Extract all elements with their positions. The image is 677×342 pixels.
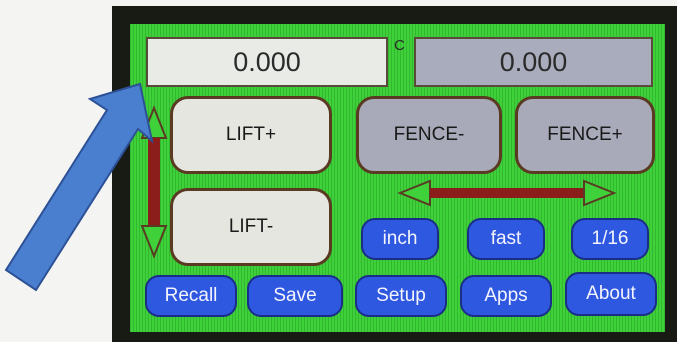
lift-up-button[interactable]: LIFT+ xyxy=(170,96,332,174)
horizontal-arrow-icon xyxy=(397,179,617,207)
speed-toggle-button[interactable]: fast xyxy=(467,218,545,260)
fence-minus-button[interactable]: FENCE- xyxy=(356,96,502,174)
fence-plus-button[interactable]: FENCE+ xyxy=(515,96,655,174)
units-toggle-label: inch xyxy=(382,228,418,249)
fence-plus-label: FENCE+ xyxy=(547,124,623,145)
setup-label: Setup xyxy=(376,285,426,306)
lift-position-value: 0.000 xyxy=(233,46,301,77)
fence-position-value: 0.000 xyxy=(499,46,568,77)
about-label: About xyxy=(586,283,636,304)
fence-minus-label: FENCE- xyxy=(393,124,465,145)
apps-button[interactable]: Apps xyxy=(460,275,552,317)
pointer-arrow-icon xyxy=(4,82,154,292)
units-toggle-button[interactable]: inch xyxy=(361,218,439,260)
apps-label: Apps xyxy=(484,285,528,306)
lift-down-button[interactable]: LIFT- xyxy=(170,188,332,266)
speed-toggle-label: fast xyxy=(490,228,522,249)
lift-down-label: LIFT- xyxy=(228,216,274,237)
about-button[interactable]: About xyxy=(565,272,657,316)
setup-button[interactable]: Setup xyxy=(355,275,447,317)
lift-up-label: LIFT+ xyxy=(225,124,277,145)
save-label: Save xyxy=(273,285,317,306)
increment-toggle-label: 1/16 xyxy=(591,228,629,249)
increment-toggle-button[interactable]: 1/16 xyxy=(571,218,649,260)
save-button[interactable]: Save xyxy=(247,275,343,317)
fence-position-readout: 0.000 xyxy=(414,37,653,87)
unit-label: C xyxy=(394,37,405,54)
